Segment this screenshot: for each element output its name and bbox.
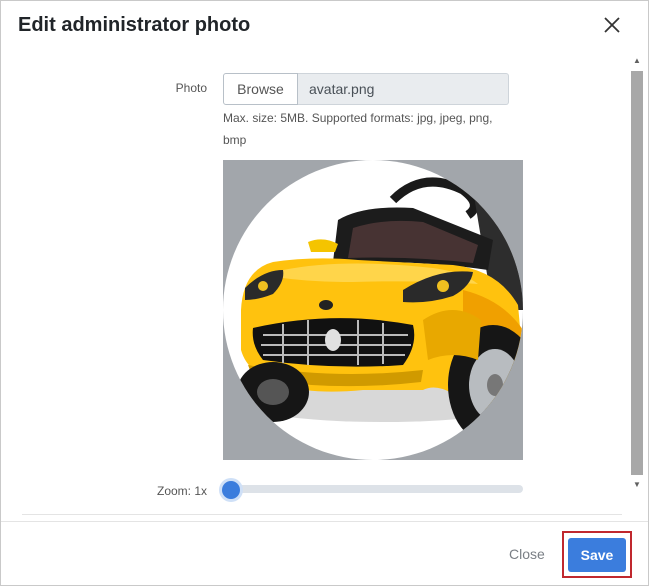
zoom-label: Zoom: 1x bbox=[156, 484, 207, 498]
browse-button[interactable]: Browse bbox=[223, 73, 298, 105]
scroll-thumb[interactable] bbox=[631, 71, 643, 475]
upload-help-text: Max. size: 5MB. Supported formats: jpg, … bbox=[223, 111, 493, 147]
image-cropper[interactable] bbox=[223, 160, 523, 460]
modal-title: Edit administrator photo bbox=[18, 14, 251, 36]
footer-divider bbox=[1, 521, 648, 522]
modal-scrollbar[interactable]: ▲ ▼ bbox=[629, 53, 645, 491]
car-photo bbox=[233, 177, 523, 445]
crop-circle-mask[interactable] bbox=[223, 160, 523, 460]
file-input-group: Browse avatar.png bbox=[223, 73, 509, 105]
photo-label: Photo bbox=[175, 81, 207, 95]
scroll-down-arrow-icon[interactable]: ▼ bbox=[629, 477, 645, 491]
edit-photo-modal: Edit administrator photo Photo Browse av… bbox=[0, 0, 649, 586]
scroll-up-arrow-icon[interactable]: ▲ bbox=[629, 53, 645, 67]
close-icon[interactable] bbox=[602, 15, 622, 35]
save-button[interactable]: Save bbox=[568, 538, 626, 572]
content-divider bbox=[22, 514, 622, 515]
zoom-slider-thumb[interactable] bbox=[222, 481, 240, 499]
close-button[interactable]: Close bbox=[509, 546, 545, 562]
file-name-field[interactable]: avatar.png bbox=[298, 73, 509, 105]
zoom-slider-track[interactable] bbox=[229, 485, 523, 493]
